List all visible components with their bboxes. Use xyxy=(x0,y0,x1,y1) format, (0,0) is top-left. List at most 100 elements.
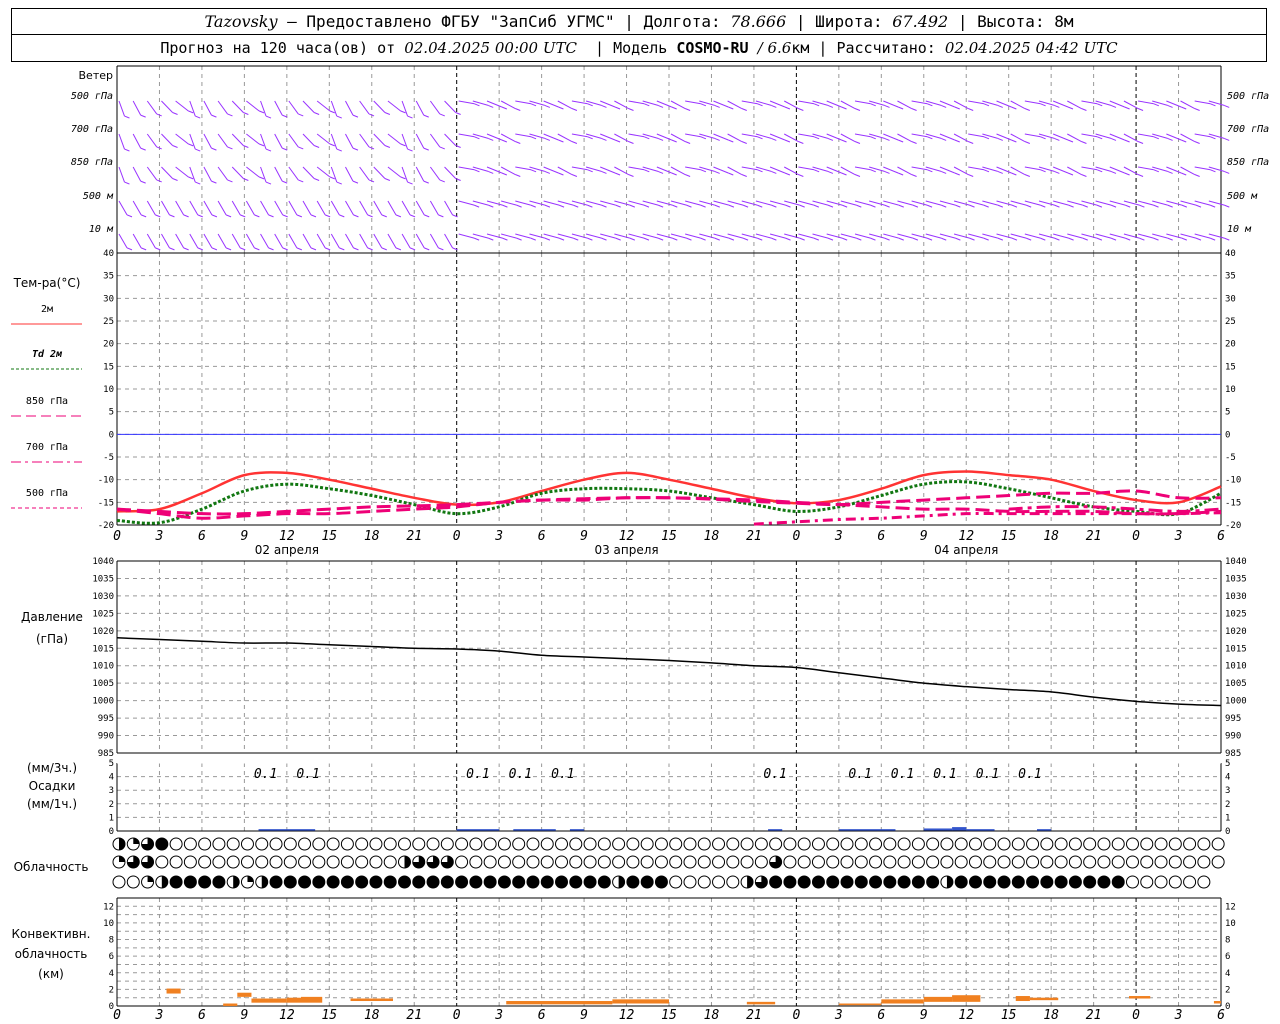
wind-barb-flag xyxy=(516,204,522,208)
wind-barb-flag xyxy=(628,174,634,177)
wind-barb-flag xyxy=(530,204,536,208)
wind-barb-flag xyxy=(785,237,791,241)
wind-barb xyxy=(1137,133,1154,138)
wind-barb-flag xyxy=(1067,172,1074,176)
wind-barb-flag xyxy=(515,108,521,111)
wind-barb xyxy=(571,100,588,105)
cloud-symbol xyxy=(569,837,583,851)
wind-barb-flag xyxy=(439,179,445,183)
wind-barb-flag xyxy=(1137,108,1144,111)
wind-barb xyxy=(628,133,645,138)
convective-ytick-right: 8 xyxy=(1225,936,1230,946)
wind-barb xyxy=(161,166,173,179)
wind-barb-flag xyxy=(644,103,650,107)
wind-barb-flag xyxy=(854,108,861,111)
wind-barb-flag xyxy=(1054,137,1060,141)
precip-3h-label: 0.1 xyxy=(551,767,574,782)
precip-bar xyxy=(513,829,556,831)
wind-barb xyxy=(585,133,602,139)
cloud-symbol-quarter xyxy=(133,838,140,844)
wind-barb-flag xyxy=(941,204,947,208)
cloud-symbol xyxy=(1211,855,1225,869)
wind-barb-flag xyxy=(601,204,607,208)
wind-barb-flag xyxy=(898,237,904,241)
precip-panel-title: Осадки xyxy=(29,779,76,793)
wind-barb-flag xyxy=(1082,204,1088,208)
wind-barb-flag xyxy=(870,204,876,208)
wind-barb xyxy=(415,200,425,216)
wind-barb xyxy=(429,233,439,249)
wind-barb xyxy=(982,133,998,139)
precip-bar xyxy=(569,829,585,831)
cloud-symbol-quarter xyxy=(247,876,254,882)
wind-barb xyxy=(670,200,687,206)
wind-barb xyxy=(231,233,241,249)
wind-barb-flag xyxy=(741,141,747,144)
wind-barb-flag xyxy=(714,137,720,141)
wind-barb-flag xyxy=(983,136,990,140)
wind-barb-flag xyxy=(324,214,331,218)
wind-barb xyxy=(1053,200,1069,206)
wind-barb-flag xyxy=(741,108,747,111)
wind-barb-flag xyxy=(225,247,232,251)
wind-barb xyxy=(302,133,315,146)
wind-barb-flag xyxy=(544,237,551,241)
wind-barb xyxy=(359,166,370,181)
wind-barb xyxy=(1024,166,1041,171)
wind-barb-flag xyxy=(1210,103,1216,107)
wind-barb-flag xyxy=(940,104,947,108)
wind-barb-flag xyxy=(195,181,201,185)
wind-barb-flag xyxy=(841,106,847,110)
pressure-ytick-left: 1015 xyxy=(92,644,114,654)
wind-barb xyxy=(501,233,517,239)
cloud-symbol xyxy=(383,855,397,869)
cloud-symbol xyxy=(540,855,554,869)
wind-barb-flag xyxy=(728,172,734,176)
wind-barb-flag xyxy=(870,237,876,241)
wind-barb-flag xyxy=(657,237,664,241)
convective-xtick: 18 xyxy=(704,1008,720,1023)
precip-3h-label: 0.1 xyxy=(848,767,871,782)
wind-barb-flag xyxy=(714,204,720,208)
wind-barb xyxy=(1024,100,1041,105)
convective-bar xyxy=(923,996,953,1002)
cloud-symbol xyxy=(369,837,383,851)
wind-barb-flag xyxy=(997,104,1003,108)
wind-barb xyxy=(231,200,241,216)
cloud-symbol xyxy=(269,837,283,851)
wind-barb-flag xyxy=(827,104,834,108)
wind-barb-flag xyxy=(771,237,777,241)
cloud-symbol xyxy=(754,855,768,869)
temp-ytick-left: 25 xyxy=(103,317,114,327)
temp-ytick-right: 30 xyxy=(1225,294,1236,304)
cloud-symbol xyxy=(198,837,212,851)
cloud-symbol xyxy=(355,837,369,851)
wind-barb xyxy=(260,100,267,117)
wind-barb xyxy=(472,100,489,106)
wind-barb xyxy=(798,200,814,206)
wind-barb xyxy=(330,233,340,249)
wind-barb-flag xyxy=(1068,204,1074,208)
wind-barb xyxy=(1208,200,1225,206)
temp-ytick-left: -5 xyxy=(103,453,114,463)
wind-barb xyxy=(585,166,602,172)
legend-t850-label: 850 гПа xyxy=(26,396,68,407)
wind-barb-flag xyxy=(813,237,820,241)
wind-barb xyxy=(146,100,158,115)
pressure-ytick-left: 1005 xyxy=(92,679,114,689)
wind-barb xyxy=(925,233,942,239)
wind-barb xyxy=(1095,200,1112,206)
wind-barb xyxy=(897,233,914,239)
wind-barb-flag xyxy=(126,214,133,218)
wind-barb xyxy=(968,166,985,171)
wind-barb-flag xyxy=(1024,174,1031,177)
cloud-symbol xyxy=(283,837,297,851)
wind-barb xyxy=(1081,200,1098,206)
wind-barb xyxy=(727,200,744,206)
wind-barb-flag xyxy=(423,147,429,151)
cloud-symbol-half xyxy=(161,876,168,888)
convective-bar xyxy=(612,999,669,1004)
cloud-symbol xyxy=(555,855,569,869)
wind-barb-flag xyxy=(339,214,345,218)
wind-barb-flag xyxy=(1068,237,1074,241)
